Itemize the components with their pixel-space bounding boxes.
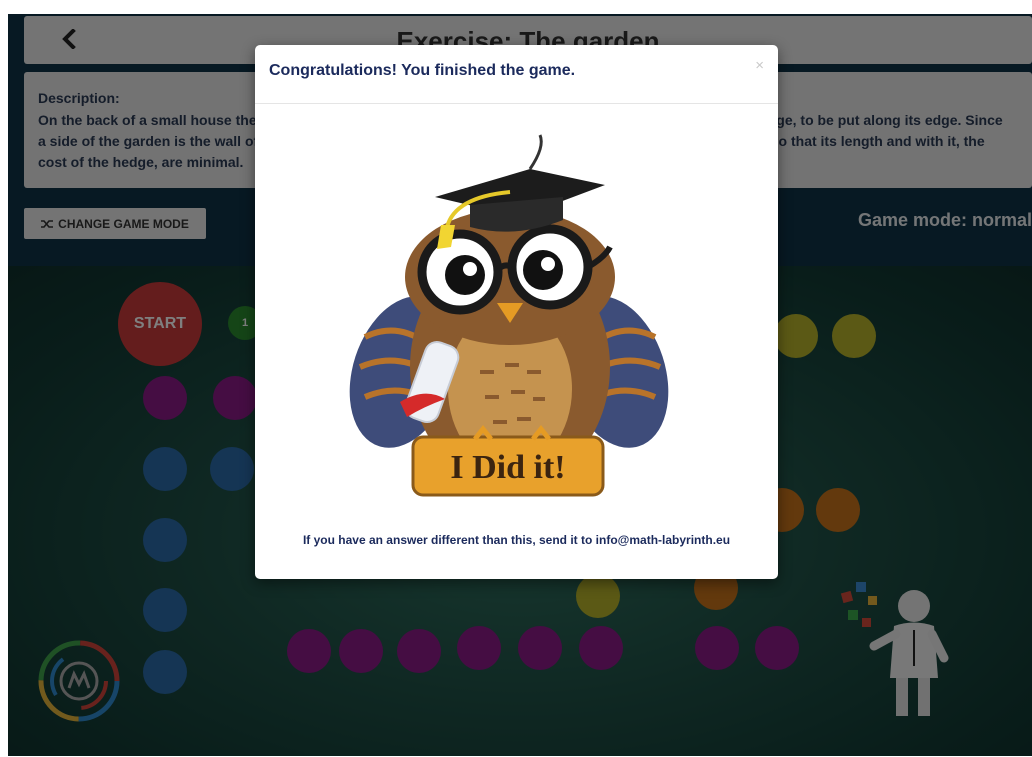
dialog-note: If you have an answer different than thi… [302, 533, 731, 547]
dialog-title: Congratulations! You finished the game. [269, 62, 576, 79]
graduate-owl-icon: I Did it! [349, 134, 669, 497]
close-button[interactable]: × [755, 57, 764, 74]
dialog-divider [255, 103, 778, 104]
banner-text: I Did it! [450, 449, 565, 486]
congratulations-dialog: Congratulations! You finished the game. … [255, 45, 778, 579]
